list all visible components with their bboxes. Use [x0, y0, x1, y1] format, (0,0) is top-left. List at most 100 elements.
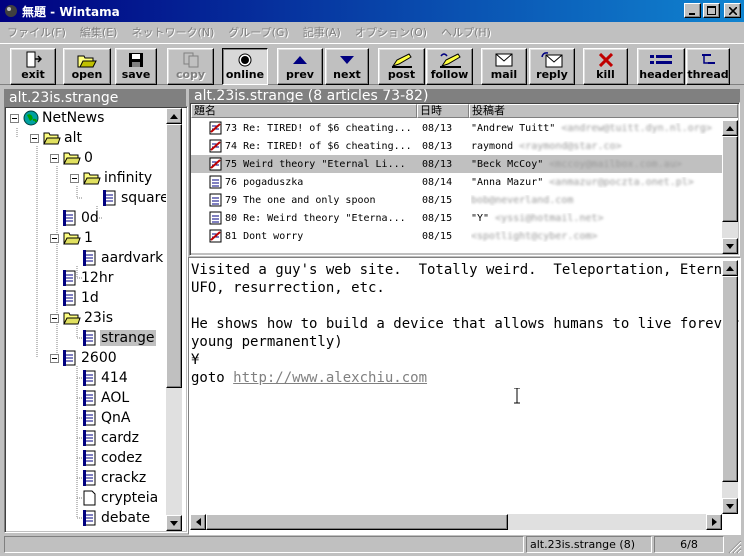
article-list: 73 Re: TIRED! of $6 cheating... 08/13 "A… — [191, 118, 738, 253]
exit-door-icon — [26, 51, 42, 68]
close-button[interactable] — [724, 3, 741, 18]
newsgroup-doc-icon — [83, 510, 96, 526]
scroll-up-icon — [726, 125, 734, 131]
menu-network[interactable]: ネットワーク(N) — [124, 24, 221, 40]
article-row[interactable]: 73 Re: TIRED! of $6 cheating... 08/13 "A… — [191, 119, 722, 137]
mail-button[interactable]: mail — [481, 48, 527, 85]
list-scroll-down-button[interactable] — [722, 238, 738, 254]
exit-button[interactable]: exit — [10, 48, 56, 85]
tree-node-netnews[interactable]: NetNews — [10, 108, 105, 128]
tree-node-aol[interactable]: AOL — [83, 388, 130, 408]
tree-node-codez[interactable]: codez — [83, 448, 143, 468]
menu-help[interactable]: ヘルプ(H) — [434, 24, 498, 40]
kill-x-icon — [598, 52, 613, 67]
open-button[interactable]: open — [63, 48, 111, 85]
maximize-button[interactable] — [703, 3, 720, 18]
tree-node-qna[interactable]: QnA — [83, 408, 131, 428]
article-unread-icon — [209, 211, 222, 225]
globe-icon — [23, 110, 39, 126]
newsgroup-doc-icon — [83, 430, 96, 446]
article-row[interactable]: 79 The one and only spoon 08/15 bob@neve… — [191, 191, 722, 209]
resize-grip-icon[interactable] — [728, 540, 742, 554]
article-row-selected[interactable]: 75 Weird theory "Eternal Li... 08/13 "Be… — [191, 155, 722, 173]
tree-scroll-up-button[interactable] — [166, 108, 182, 124]
article-row[interactable]: 76 pogaduszka 08/14 "Anna Mazur" <anmazu… — [191, 173, 722, 191]
tree-node-0[interactable]: 0 — [50, 148, 94, 168]
tree-node-12hr[interactable]: 12hr — [63, 268, 114, 288]
tree-node-2600[interactable]: 2600 — [50, 348, 118, 368]
msg-scroll-right-button[interactable] — [706, 514, 722, 530]
scroll-left-icon — [195, 518, 201, 526]
msg-scroll-up-button[interactable] — [722, 260, 738, 276]
status-position: 6/8 — [654, 536, 724, 553]
message-body[interactable]: Visited a guy's web site. Totally weird.… — [189, 258, 740, 534]
list-scroll-up-button[interactable] — [722, 120, 738, 136]
msg-hscroll-thumb[interactable] — [206, 514, 508, 530]
menu-file[interactable]: ファイル(F) — [0, 24, 73, 40]
newsgroup-doc-icon — [83, 470, 96, 486]
msg-scroll-left-button[interactable] — [190, 514, 206, 530]
collapse-box-icon[interactable] — [70, 173, 79, 183]
reply-button[interactable]: reply — [529, 48, 575, 85]
tree-node-strange[interactable]: strange — [83, 328, 156, 348]
list-scroll-thumb[interactable] — [722, 136, 738, 222]
tree-node-alt[interactable]: alt — [30, 128, 83, 148]
copy-icon — [183, 52, 198, 67]
folder-open-icon — [63, 152, 81, 165]
collapse-box-icon[interactable] — [30, 133, 39, 143]
tree-scroll-down-button[interactable] — [166, 515, 182, 531]
header-list-icon — [650, 54, 672, 64]
floppy-disk-icon — [129, 52, 143, 67]
tree-node-infinity[interactable]: infinity — [70, 168, 153, 188]
collapse-box-icon[interactable] — [50, 353, 59, 363]
collapse-box-icon[interactable] — [50, 153, 59, 163]
collapse-box-icon[interactable] — [10, 113, 19, 123]
copy-button[interactable]: copy — [167, 48, 214, 85]
message-hscrollbar[interactable] — [190, 514, 722, 530]
tree-scrollbar[interactable] — [166, 108, 182, 531]
kill-button[interactable]: kill — [583, 48, 628, 85]
tree-node-cardz[interactable]: cardz — [83, 428, 140, 448]
minimize-button[interactable] — [684, 3, 701, 18]
article-list-scrollbar[interactable] — [722, 120, 738, 254]
menu-edit[interactable]: 編集(E) — [73, 24, 125, 40]
tree-node-aardvark[interactable]: aardvark — [83, 248, 164, 268]
thread-button[interactable]: thread — [686, 48, 730, 85]
follow-button[interactable]: follow — [426, 48, 473, 85]
tree-node-1[interactable]: 1 — [50, 228, 94, 248]
article-row[interactable]: 80 Re: Weird theory "Eterna... 08/15 "Y"… — [191, 209, 722, 227]
article-row[interactable]: 74 Re: TIRED! of $6 cheating... 08/13 ra… — [191, 137, 722, 155]
article-read-icon — [209, 139, 222, 153]
post-button[interactable]: post — [378, 48, 425, 85]
tree-scroll-thumb[interactable] — [166, 124, 182, 388]
folder-open-icon — [63, 232, 81, 245]
message-url-link[interactable]: http://www.alexchiu.com — [233, 370, 427, 386]
tree-node-414[interactable]: 414 — [83, 368, 129, 388]
online-button[interactable]: online — [222, 48, 268, 85]
menu-group[interactable]: グループ(G) — [221, 24, 295, 40]
tree-node-0d[interactable]: 0d — [63, 208, 100, 228]
tree-node-crackz[interactable]: crackz — [83, 468, 147, 488]
msg-scroll-thumb[interactable] — [722, 276, 738, 482]
message-scrollbar[interactable] — [722, 260, 738, 514]
newsgroup-doc-icon — [83, 390, 96, 406]
tree-node-1d[interactable]: 1d — [63, 288, 100, 308]
article-row[interactable]: 81 Dont worry 08/15 <spotlight@cyber.com… — [191, 227, 722, 245]
menu-article[interactable]: 記事(A) — [296, 24, 348, 40]
tree-node-crypteia[interactable]: crypteia — [83, 488, 159, 508]
next-button[interactable]: next — [325, 48, 369, 85]
collapse-box-icon[interactable] — [50, 313, 59, 323]
msg-scroll-down-button[interactable] — [722, 498, 738, 514]
save-button[interactable]: save — [115, 48, 157, 85]
prev-button[interactable]: prev — [277, 48, 323, 85]
newsgroup-doc-icon — [83, 370, 96, 386]
collapse-box-icon[interactable] — [50, 233, 59, 243]
tree-node-23is[interactable]: 23is — [50, 308, 114, 328]
article-unread-icon — [209, 175, 222, 189]
header-button[interactable]: header — [637, 48, 685, 85]
menu-option[interactable]: オプション(O) — [348, 24, 434, 40]
tree-node-debate[interactable]: debate — [83, 508, 151, 528]
status-bar: alt.23is.strange (8) 6/8 — [0, 534, 744, 556]
minimize-icon — [688, 12, 695, 15]
newsgroup-doc-icon — [83, 250, 96, 266]
